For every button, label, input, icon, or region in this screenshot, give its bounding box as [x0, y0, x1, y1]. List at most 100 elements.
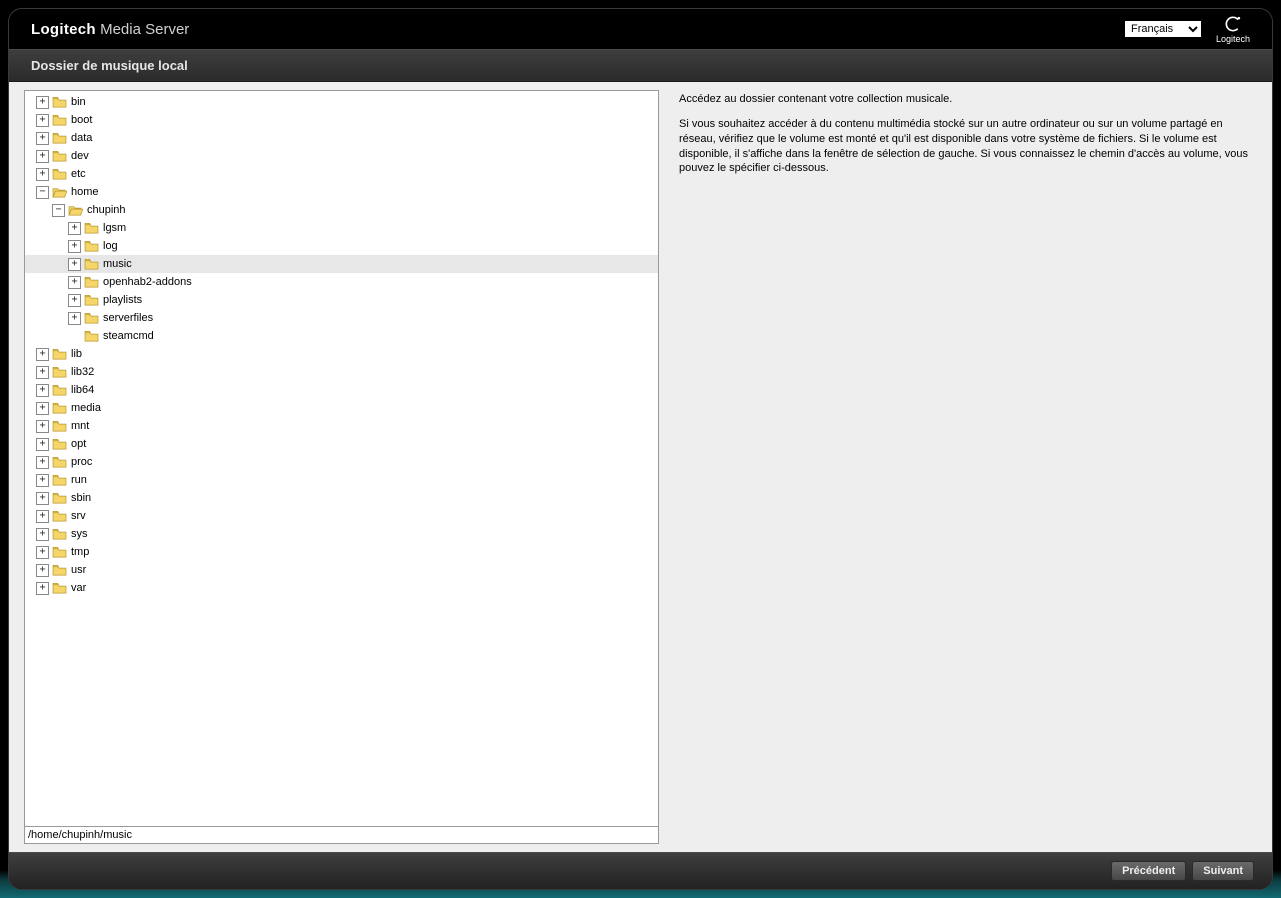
collapse-icon[interactable]: − — [52, 204, 65, 217]
tree-node-music[interactable]: +music — [25, 255, 658, 273]
tree-node-lib64[interactable]: +lib64 — [25, 381, 658, 399]
expand-icon[interactable]: + — [36, 384, 49, 397]
tree-node-lib32[interactable]: +lib32 — [25, 363, 658, 381]
tree-node-media[interactable]: + media — [25, 399, 658, 417]
expand-icon[interactable]: + — [36, 114, 49, 127]
folder-label: media — [70, 402, 101, 414]
tree-node-proc[interactable]: + proc — [25, 453, 658, 471]
folder-label: var — [70, 582, 86, 594]
expand-icon[interactable]: + — [36, 402, 49, 415]
expand-icon[interactable]: + — [36, 420, 49, 433]
folder-closed-icon — [52, 564, 67, 576]
brand-rest: Media Server — [96, 21, 189, 38]
expand-icon[interactable]: + — [36, 132, 49, 145]
folder-closed-icon — [84, 312, 99, 324]
tree-node-home[interactable]: − home — [25, 183, 658, 201]
expand-icon[interactable]: + — [68, 258, 81, 271]
tree-node-run[interactable]: + run — [25, 471, 658, 489]
expand-icon[interactable]: + — [36, 474, 49, 487]
folder-label: data — [70, 132, 92, 144]
page-title: Dossier de musique local — [31, 58, 188, 73]
folder-label: playlists — [102, 294, 142, 306]
tree-node-steamcmd[interactable]: steamcmd — [25, 327, 658, 345]
tree-node-boot[interactable]: +boot — [25, 111, 658, 129]
folder-tree[interactable]: +bin+boot+data+dev+etc−home−chupinh+lgsm… — [24, 90, 659, 827]
language-select[interactable]: Français — [1124, 20, 1202, 38]
collapse-icon[interactable]: − — [36, 186, 49, 199]
folder-closed-icon — [52, 384, 67, 396]
tree-node-usr[interactable]: +usr — [25, 561, 658, 579]
tree-node-mnt[interactable]: + mnt — [25, 417, 658, 435]
folder-label: lib — [70, 348, 82, 360]
folder-label: dev — [70, 150, 89, 162]
folder-closed-icon — [52, 582, 67, 594]
next-button[interactable]: Suivant — [1192, 861, 1254, 881]
folder-label: proc — [70, 456, 92, 468]
tree-node-lgsm[interactable]: + lgsm — [25, 219, 658, 237]
expand-icon[interactable]: + — [68, 222, 81, 235]
expand-icon[interactable]: + — [36, 564, 49, 577]
previous-button[interactable]: Précédent — [1111, 861, 1186, 881]
folder-label: bin — [70, 96, 86, 108]
tree-node-etc[interactable]: + etc — [25, 165, 658, 183]
tree-node-sbin[interactable]: + sbin — [25, 489, 658, 507]
expand-icon[interactable]: + — [36, 510, 49, 523]
expand-icon[interactable]: + — [36, 96, 49, 109]
tree-node-playlists[interactable]: + playlists — [25, 291, 658, 309]
folder-closed-icon — [52, 456, 67, 468]
expand-icon[interactable]: + — [36, 438, 49, 451]
expand-icon[interactable]: + — [36, 348, 49, 361]
folder-closed-icon — [52, 402, 67, 414]
tree-node-opt[interactable]: + opt — [25, 435, 658, 453]
folder-label: steamcmd — [102, 330, 154, 342]
folder-closed-icon — [52, 366, 67, 378]
tree-node-lib[interactable]: + lib — [25, 345, 658, 363]
tree-node-srv[interactable]: +srv — [25, 507, 658, 525]
folder-label: chupinh — [86, 204, 126, 216]
folder-label: lgsm — [102, 222, 126, 234]
tree-node-chupinh[interactable]: − chupinh — [25, 201, 658, 219]
expand-icon[interactable]: + — [36, 582, 49, 595]
expand-icon[interactable]: + — [36, 168, 49, 181]
expand-icon[interactable]: + — [36, 366, 49, 379]
tree-node-openhab2-addons[interactable]: +openhab2-addons — [25, 273, 658, 291]
expand-icon[interactable]: + — [68, 240, 81, 253]
logitech-logo: Logitech — [1216, 14, 1250, 44]
toggle-spacer — [68, 330, 81, 343]
tree-node-data[interactable]: + data — [25, 129, 658, 147]
expand-icon[interactable]: + — [68, 312, 81, 325]
folder-closed-icon — [84, 330, 99, 342]
folder-closed-icon — [52, 510, 67, 522]
folder-closed-icon — [52, 528, 67, 540]
tree-node-log[interactable]: +log — [25, 237, 658, 255]
tree-node-serverfiles[interactable]: + serverfiles — [25, 309, 658, 327]
expand-icon[interactable]: + — [68, 276, 81, 289]
expand-icon[interactable]: + — [68, 294, 81, 307]
tree-node-tmp[interactable]: + tmp — [25, 543, 658, 561]
header-bar: Logitech Media Server Français Logitech — [9, 9, 1272, 49]
folder-closed-icon — [52, 474, 67, 486]
logitech-logo-icon — [1223, 14, 1243, 34]
expand-icon[interactable]: + — [36, 150, 49, 163]
folder-label: serverfiles — [102, 312, 153, 324]
tree-node-bin[interactable]: + bin — [25, 93, 658, 111]
folder-label: tmp — [70, 546, 89, 558]
folder-label: etc — [70, 168, 86, 180]
folder-label: mnt — [70, 420, 89, 432]
folder-label: sys — [70, 528, 88, 540]
folder-label: run — [70, 474, 87, 486]
tree-node-sys[interactable]: + sys — [25, 525, 658, 543]
header-right: Français Logitech — [1124, 14, 1250, 44]
folder-closed-icon — [52, 348, 67, 360]
expand-icon[interactable]: + — [36, 492, 49, 505]
expand-icon[interactable]: + — [36, 528, 49, 541]
path-input[interactable] — [24, 827, 659, 844]
expand-icon[interactable]: + — [36, 546, 49, 559]
folder-closed-icon — [84, 258, 99, 270]
folder-label: sbin — [70, 492, 91, 504]
tree-node-dev[interactable]: + dev — [25, 147, 658, 165]
expand-icon[interactable]: + — [36, 456, 49, 469]
tree-node-var[interactable]: + var — [25, 579, 658, 597]
folder-label: home — [70, 186, 99, 198]
folder-label: opt — [70, 438, 86, 450]
